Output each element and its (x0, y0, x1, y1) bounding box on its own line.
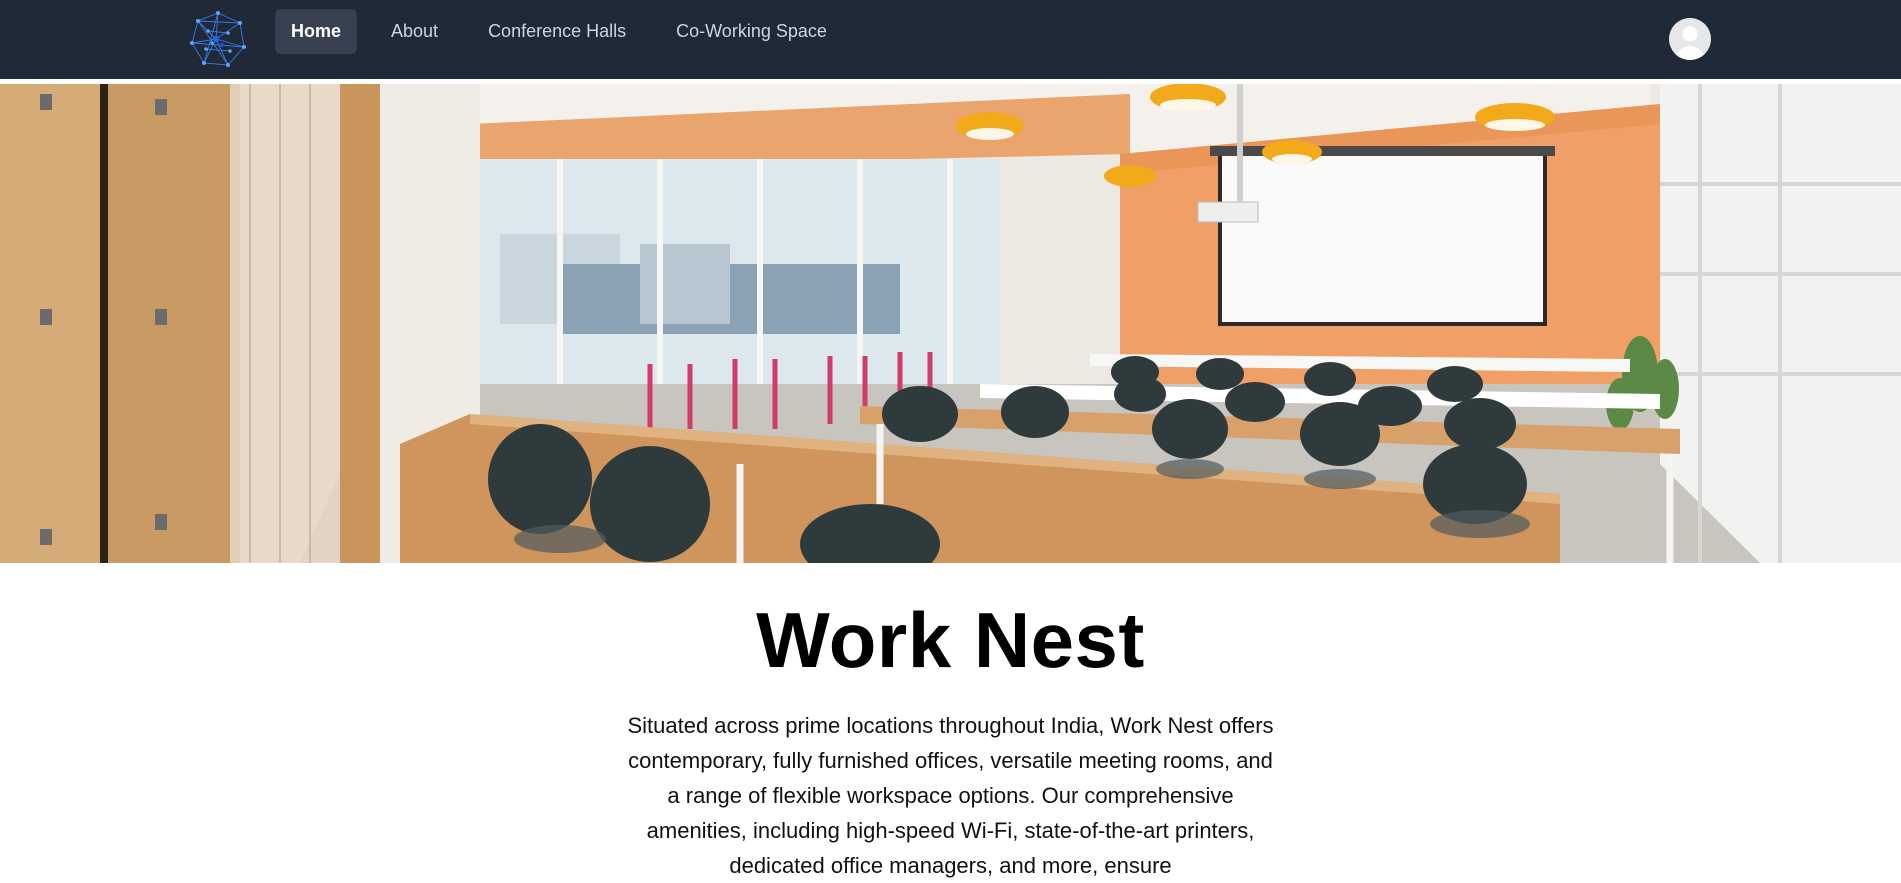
hero-image (0, 84, 1901, 563)
top-navbar: Home About Conference Halls Co-Working S… (0, 0, 1901, 79)
nav-about-link[interactable]: About (375, 9, 454, 54)
network-constellation-icon[interactable] (188, 9, 248, 69)
intro-section: Work Nest Situated across prime location… (0, 563, 1901, 878)
intro-description: Situated across prime locations througho… (627, 713, 1274, 878)
nav-conference-halls-link[interactable]: Conference Halls (472, 9, 642, 54)
user-avatar-icon[interactable] (1669, 18, 1711, 60)
nav-home-link[interactable]: Home (275, 9, 358, 54)
main-nav: Home About Conference Halls Co-Working S… (275, 9, 861, 54)
page-title: Work Nest (756, 596, 1145, 684)
conference-room-photo (0, 84, 1901, 563)
nav-co-working-space-link[interactable]: Co-Working Space (660, 9, 843, 54)
